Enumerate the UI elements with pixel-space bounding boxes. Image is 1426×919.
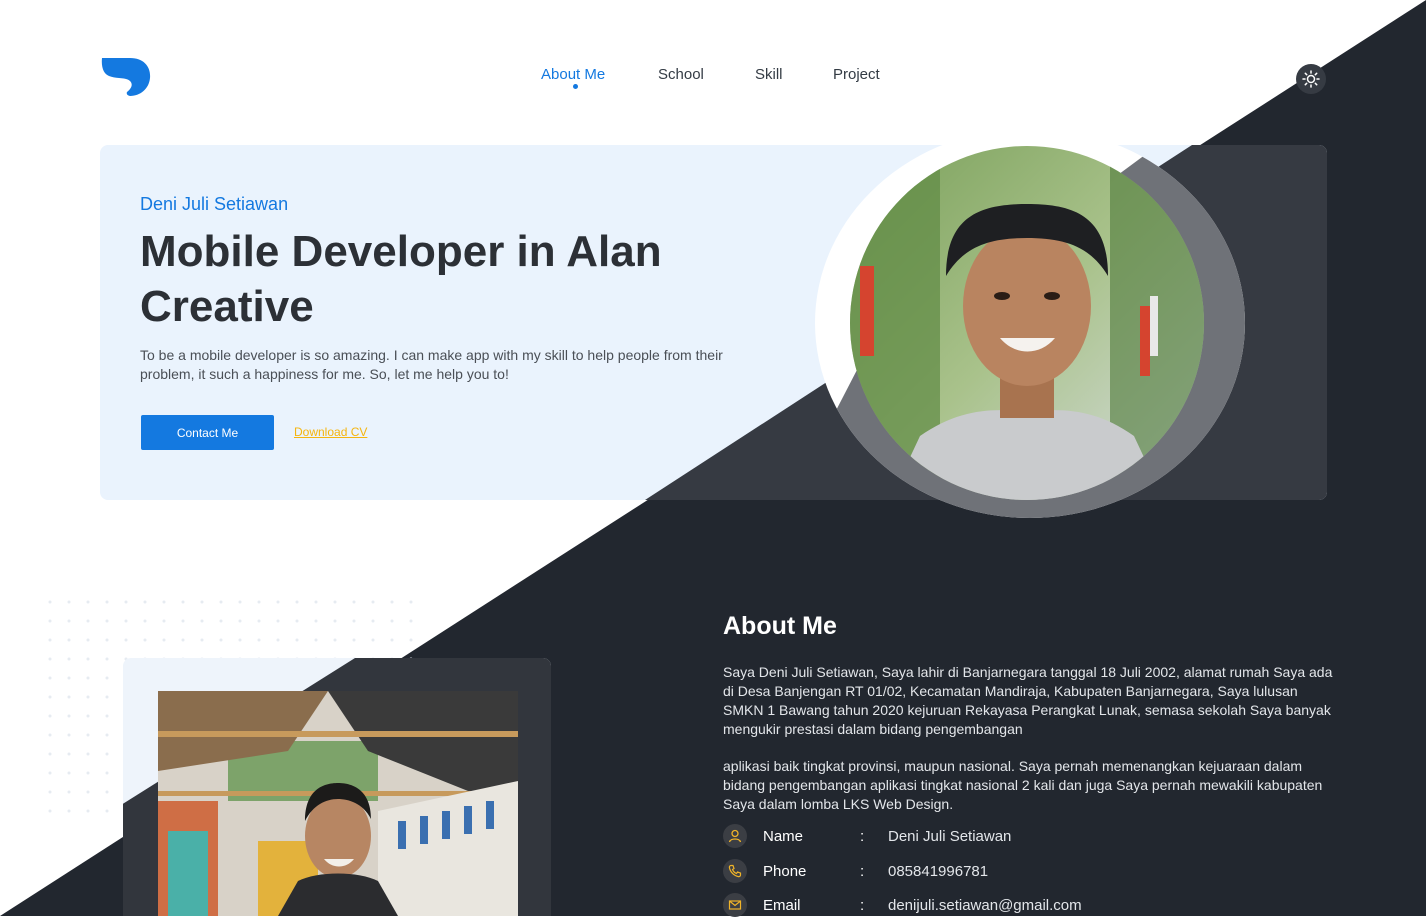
info-value: Deni Juli Setiawan <box>888 828 1012 845</box>
info-row-email: Email : denijuli.setiawan@gmail.com <box>723 893 1343 919</box>
about-photo <box>158 691 518 916</box>
hero-title: Mobile Developer in Alan Creative <box>140 227 662 331</box>
nav-school[interactable]: School <box>658 66 704 83</box>
nav-about-me[interactable]: About Me <box>541 66 605 83</box>
about-heading: About Me <box>723 612 837 640</box>
info-label: Email <box>763 897 801 914</box>
info-separator: : <box>860 863 865 880</box>
info-separator: : <box>860 897 865 914</box>
mail-icon <box>723 893 747 917</box>
about-paragraph-2: aplikasi baik tingkat provinsi, maupun n… <box>723 758 1323 812</box>
hero-name: Deni Juli Setiawan <box>140 194 289 214</box>
about-paragraph-1: Saya Deni Juli Setiawan, Saya lahir di B… <box>723 664 1333 737</box>
info-row-phone: Phone : 085841996781 <box>723 859 1343 885</box>
theme-toggle-button[interactable] <box>1296 64 1326 94</box>
hero-description: To be a mobile developer is so amazing. … <box>140 347 723 382</box>
info-label: Name <box>763 828 804 845</box>
contact-me-button[interactable]: Contact Me <box>141 415 274 450</box>
sun-icon <box>1302 70 1320 88</box>
info-label: Phone <box>763 863 807 880</box>
active-nav-indicator <box>573 84 578 89</box>
info-separator: : <box>860 828 865 845</box>
nav-skill[interactable]: Skill <box>755 66 783 83</box>
info-row-name: Name : Deni Juli Setiawan <box>723 824 1343 850</box>
info-value[interactable]: 085841996781 <box>888 863 988 880</box>
nav-project[interactable]: Project <box>833 66 880 83</box>
phone-icon <box>723 859 747 883</box>
profile-photo <box>850 146 1204 500</box>
user-icon <box>723 824 747 848</box>
info-value[interactable]: denijuli.setiawan@gmail.com <box>888 897 1082 914</box>
brand-logo-icon[interactable] <box>100 54 152 98</box>
download-cv-link[interactable]: Download CV <box>294 425 367 439</box>
